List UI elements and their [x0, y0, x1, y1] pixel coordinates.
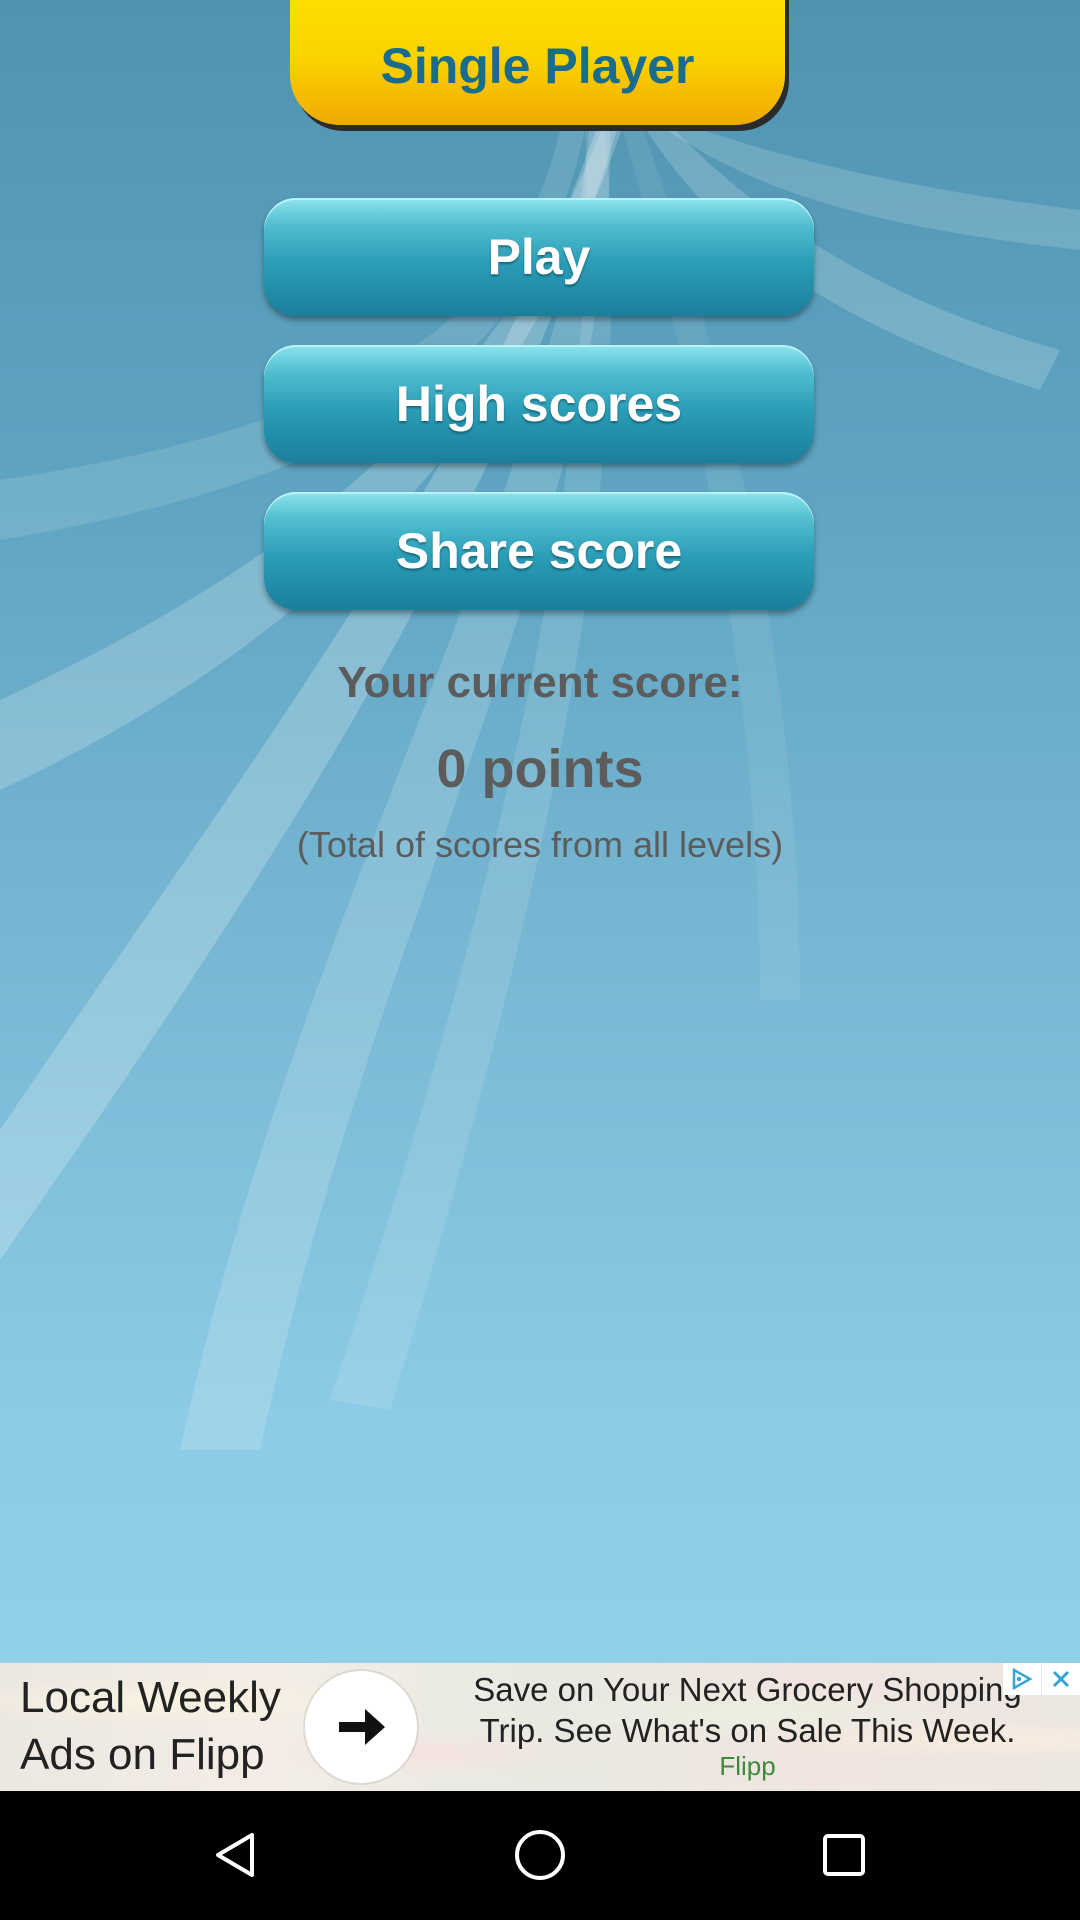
- screen-title: Single Player: [380, 38, 695, 94]
- game-menu-screen: Single Player Play High scores Share sco…: [0, 0, 1080, 1663]
- ad-description-line-1: Save on Your Next Grocery Shopping: [473, 1671, 1022, 1708]
- ad-headline: Local Weekly Ads on Flipp: [20, 1669, 310, 1783]
- ad-description: Save on Your Next Grocery Shopping Trip.…: [420, 1669, 1075, 1751]
- single-player-title-tab: Single Player: [290, 0, 785, 125]
- home-circle-icon[interactable]: [500, 1819, 580, 1891]
- play-button-label: Play: [487, 229, 591, 285]
- current-score-value: 0 points: [436, 739, 644, 799]
- arrow-right-icon[interactable]: [305, 1671, 417, 1783]
- ad-headline-line-2: Ads on Flipp: [20, 1730, 265, 1779]
- screen: Single Player Play High scores Share sco…: [0, 0, 1080, 1920]
- recents-square-icon[interactable]: [804, 1819, 884, 1891]
- ad-brand: Flipp: [719, 1751, 776, 1781]
- play-button[interactable]: Play: [264, 198, 814, 316]
- share-score-button[interactable]: Share score: [264, 492, 814, 610]
- high-scores-button-label: High scores: [395, 376, 683, 432]
- share-score-button-label: Share score: [395, 523, 683, 579]
- high-scores-button[interactable]: High scores: [264, 345, 814, 463]
- ad-description-line-2: Trip. See What's on Sale This Week.: [479, 1712, 1016, 1749]
- ad-banner[interactable]: Local Weekly Ads on Flipp Save on Your N…: [0, 1663, 1080, 1791]
- score-total-note: (Total of scores from all levels): [296, 824, 784, 865]
- system-navigation-bar: [0, 1791, 1080, 1920]
- close-icon[interactable]: [1042, 1663, 1080, 1695]
- current-score-heading: Your current score:: [337, 658, 743, 707]
- back-triangle-icon[interactable]: [196, 1819, 276, 1891]
- adchoices-icon[interactable]: [1003, 1663, 1041, 1695]
- ad-headline-line-1: Local Weekly: [20, 1673, 281, 1722]
